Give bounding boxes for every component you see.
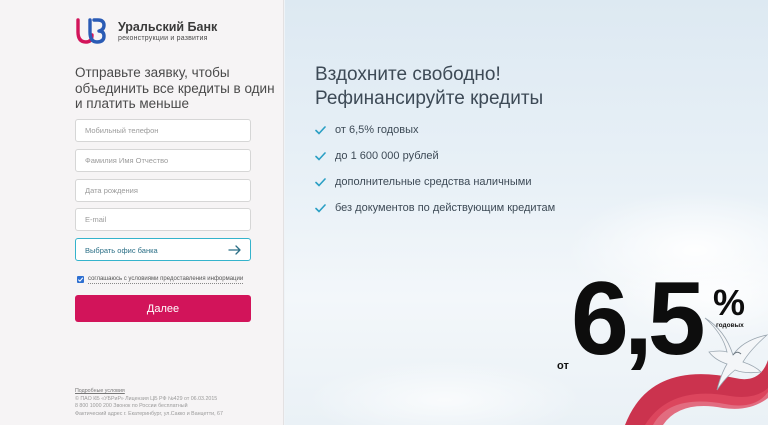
checkmark-icon [77,277,84,282]
select-office-button[interactable]: Выбрать офис банка [75,238,251,261]
rate-promo: от 6,5 % годовых [285,0,768,425]
form-title: Отправьте заявку, чтобы объединить все к… [75,65,275,111]
full-name-input[interactable] [75,149,251,172]
details-link[interactable]: Подробные условия [75,388,275,396]
select-office-label: Выбрать офис банка [85,246,158,255]
submit-button[interactable]: Далее [75,295,251,322]
legal-line: Фактический адрес г. Екатеринбург, ул.Са… [75,410,223,417]
seagull-icon [704,317,768,391]
rate-value: 6,5 [571,261,706,377]
legal-info: Подробные условия © ПАО КБ «УБРиР» Лицен… [75,388,275,418]
legal-line: 8 800 1000 200 Звонок по России бесплатн… [75,403,188,410]
email-input[interactable] [75,208,251,231]
bank-logo[interactable]: Уральский Банк реконструкции и развития [75,17,255,47]
rate-prefix: от [557,360,569,372]
application-form-panel: Уральский Банк реконструкции и развития … [0,0,284,425]
consent-checkbox[interactable] [77,276,84,283]
consent-link[interactable]: соглашаюсь с условиями предоставления ин… [88,276,244,284]
ubrr-logo-icon [76,18,106,44]
phone-input[interactable] [75,119,251,142]
promo-panel: Вздохните свободно! Рефинансируйте креди… [285,0,768,425]
bank-name: Уральский Банк [118,20,218,34]
birthdate-input[interactable] [75,179,251,202]
arrow-right-icon [228,245,241,255]
bank-subtitle: реконструкции и развития [118,35,208,42]
